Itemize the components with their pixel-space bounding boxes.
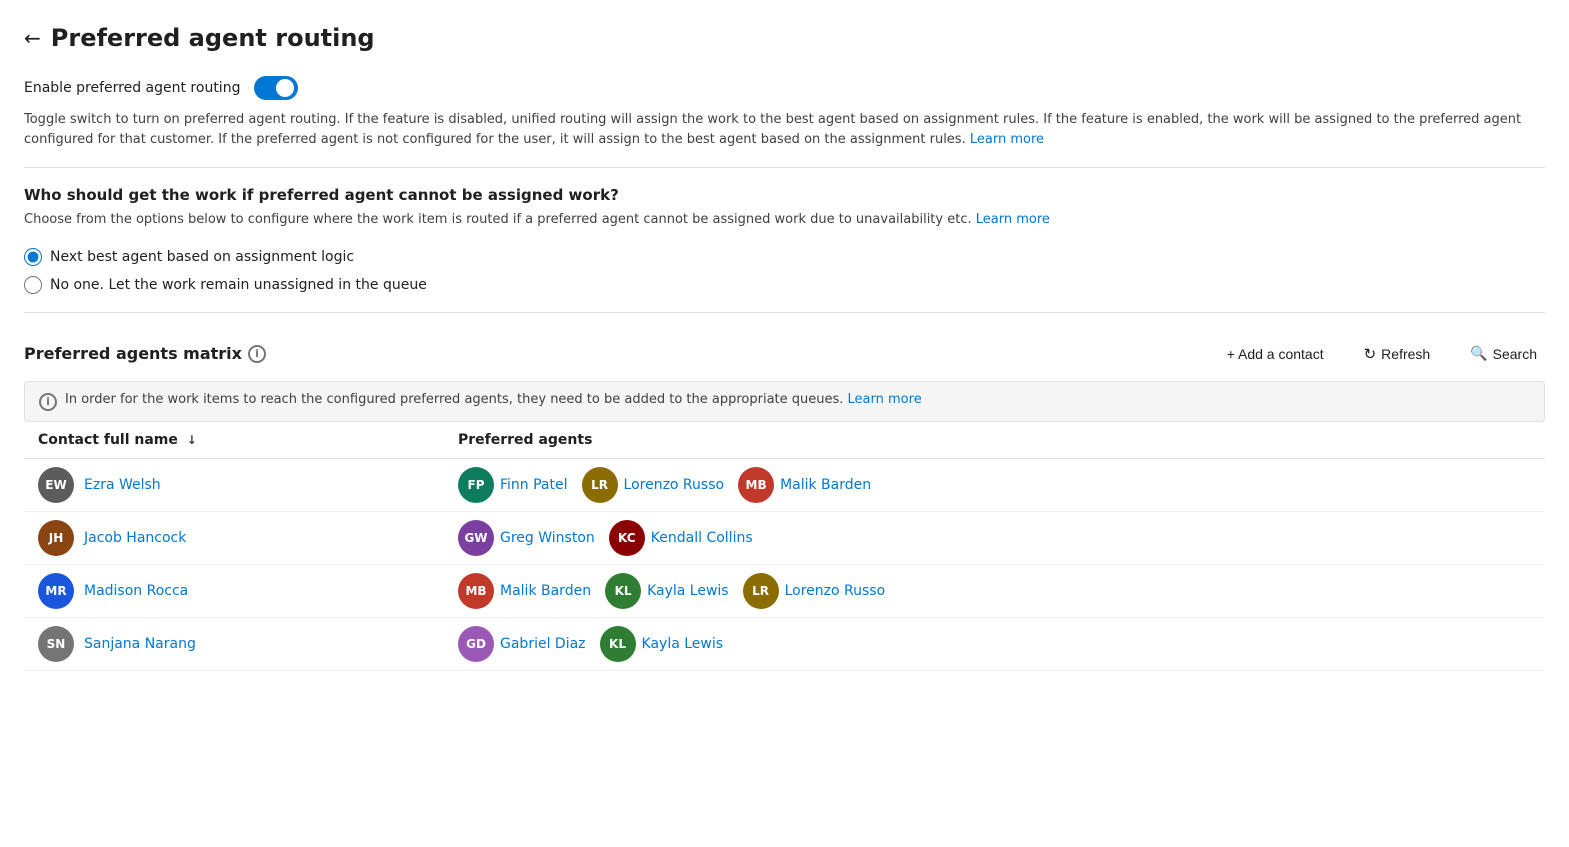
table-header: Contact full name ↓ Preferred agents <box>24 422 1545 459</box>
agent-avatar: GD <box>458 626 494 662</box>
agent-avatar: GW <box>458 520 494 556</box>
add-contact-label: + Add a contact <box>1227 346 1324 362</box>
enable-row: Enable preferred agent routing <box>24 76 1545 100</box>
search-button[interactable]: 🔍 Search <box>1462 341 1545 366</box>
radio-no-one[interactable]: No one. Let the work remain unassigned i… <box>24 276 1545 294</box>
enable-toggle[interactable] <box>254 76 298 100</box>
agent-avatar: KL <box>605 573 641 609</box>
banner-learn-more-link[interactable]: Learn more <box>848 392 922 407</box>
matrix-title: Preferred agents matrix <box>24 344 242 363</box>
fallback-description: Choose from the options below to configu… <box>24 210 1545 230</box>
agent-name[interactable]: Finn Patel <box>500 477 568 493</box>
agent-name[interactable]: Greg Winston <box>500 530 595 546</box>
agent-item: GD Gabriel Diaz <box>458 626 586 662</box>
col-header-contact: Contact full name ↓ <box>38 432 458 448</box>
agent-avatar: LR <box>743 573 779 609</box>
matrix-table: Contact full name ↓ Preferred agents EWE… <box>24 422 1545 671</box>
page-container: ← Preferred agent routing Enable preferr… <box>0 0 1569 847</box>
fallback-heading: Who should get the work if preferred age… <box>24 186 1545 204</box>
avatar: MR <box>38 573 74 609</box>
avatar: EW <box>38 467 74 503</box>
agent-avatar: FP <box>458 467 494 503</box>
radio-no-one-input[interactable] <box>24 276 42 294</box>
enable-description: Toggle switch to turn on preferred agent… <box>24 110 1545 149</box>
agents-cell: GW Greg Winston KC Kendall Collins <box>458 520 1531 556</box>
avatar: SN <box>38 626 74 662</box>
radio-no-one-label: No one. Let the work remain unassigned i… <box>50 277 427 293</box>
banner-info-icon: i <box>39 393 57 411</box>
agent-name[interactable]: Lorenzo Russo <box>785 583 886 599</box>
agent-name[interactable]: Kendall Collins <box>651 530 753 546</box>
refresh-button[interactable]: ↻ Refresh <box>1356 341 1439 367</box>
matrix-title-row: Preferred agents matrix i <box>24 344 266 363</box>
search-label: Search <box>1493 346 1537 362</box>
agent-item: KC Kendall Collins <box>609 520 753 556</box>
agent-avatar: LR <box>582 467 618 503</box>
add-contact-button[interactable]: + Add a contact <box>1219 342 1332 366</box>
matrix-info-icon[interactable]: i <box>248 345 266 363</box>
contact-cell: JH Jacob Hancock <box>38 520 458 556</box>
agent-avatar: KL <box>600 626 636 662</box>
banner-text: In order for the work items to reach the… <box>65 392 922 407</box>
agent-name[interactable]: Gabriel Diaz <box>500 636 586 652</box>
radio-next-best[interactable]: Next best agent based on assignment logi… <box>24 248 1545 266</box>
agents-cell: FP Finn Patel LR Lorenzo Russo MB Malik Barde… <box>458 467 1531 503</box>
enable-learn-more-link[interactable]: Learn more <box>970 132 1044 147</box>
radio-next-best-label: Next best agent based on assignment logi… <box>50 249 354 265</box>
matrix-section: Preferred agents matrix i + Add a contac… <box>24 341 1545 671</box>
col-header-agents: Preferred agents <box>458 432 1531 448</box>
search-icon: 🔍 <box>1470 345 1487 362</box>
agent-avatar: MB <box>738 467 774 503</box>
avatar: JH <box>38 520 74 556</box>
table-row: SN Sanjana Narang GD Gabriel Diaz KL Kayla Le… <box>24 618 1545 671</box>
divider-2 <box>24 312 1545 313</box>
radio-group: Next best agent based on assignment logi… <box>24 248 1545 294</box>
agent-name[interactable]: Kayla Lewis <box>647 583 729 599</box>
matrix-actions: + Add a contact ↻ Refresh 🔍 Search <box>1219 341 1545 367</box>
agent-item: LR Lorenzo Russo <box>743 573 886 609</box>
divider-1 <box>24 167 1545 168</box>
agent-name[interactable]: Malik Barden <box>500 583 591 599</box>
page-title: Preferred agent routing <box>51 24 375 52</box>
agents-cell: MB Malik Barden KL Kayla Lewis LR Lorenzo Rus… <box>458 573 1531 609</box>
agent-name[interactable]: Lorenzo Russo <box>624 477 725 493</box>
contact-name[interactable]: Sanjana Narang <box>84 636 196 652</box>
table-body: EWEzra WelshFPFinn PatelLRLorenzo RussoM… <box>24 459 1545 671</box>
refresh-icon: ↻ <box>1364 345 1377 363</box>
contact-name[interactable]: Madison Rocca <box>84 583 188 599</box>
agent-item: FP Finn Patel <box>458 467 568 503</box>
agent-item: MB Malik Barden <box>458 573 591 609</box>
agent-name[interactable]: Kayla Lewis <box>642 636 724 652</box>
fallback-section: Who should get the work if preferred age… <box>24 186 1545 294</box>
fallback-learn-more-link[interactable]: Learn more <box>976 212 1050 227</box>
table-row: MR Madison Rocca MB Malik Barden KL Kayla Lew… <box>24 565 1545 618</box>
table-row: EW Ezra Welsh FP Finn Patel LR Lorenzo Russo M… <box>24 459 1545 512</box>
table-row: JH Jacob Hancock GW Greg Winston KC Kendall C… <box>24 512 1545 565</box>
agent-item: KL Kayla Lewis <box>605 573 729 609</box>
matrix-header: Preferred agents matrix i + Add a contac… <box>24 341 1545 367</box>
contact-cell: MR Madison Rocca <box>38 573 458 609</box>
contact-name[interactable]: Jacob Hancock <box>84 530 186 546</box>
radio-next-best-input[interactable] <box>24 248 42 266</box>
refresh-label: Refresh <box>1381 346 1430 362</box>
agent-item: LR Lorenzo Russo <box>582 467 725 503</box>
enable-section: Enable preferred agent routing Toggle sw… <box>24 76 1545 149</box>
agent-item: GW Greg Winston <box>458 520 595 556</box>
agent-item: MB Malik Barden <box>738 467 871 503</box>
contact-name[interactable]: Ezra Welsh <box>84 477 161 493</box>
agent-name[interactable]: Malik Barden <box>780 477 871 493</box>
contact-cell: SN Sanjana Narang <box>38 626 458 662</box>
sort-arrow-icon: ↓ <box>187 433 197 447</box>
enable-label: Enable preferred agent routing <box>24 80 240 96</box>
info-banner: i In order for the work items to reach t… <box>24 381 1545 422</box>
page-header: ← Preferred agent routing <box>24 24 1545 52</box>
agents-cell: GD Gabriel Diaz KL Kayla Lewis <box>458 626 1531 662</box>
back-arrow-icon[interactable]: ← <box>24 26 41 50</box>
agent-item: KL Kayla Lewis <box>600 626 724 662</box>
agent-avatar: MB <box>458 573 494 609</box>
agent-avatar: KC <box>609 520 645 556</box>
contact-cell: EW Ezra Welsh <box>38 467 458 503</box>
